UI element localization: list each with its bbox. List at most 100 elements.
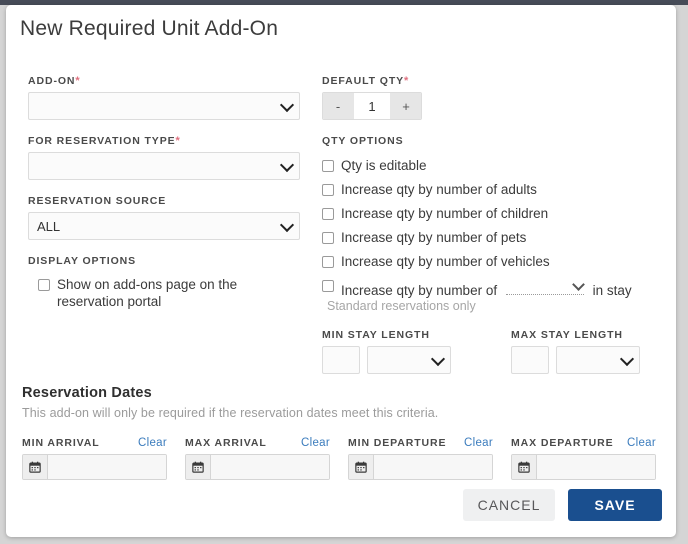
reservation-dates-section: Reservation Dates This add-on will only … xyxy=(22,385,667,480)
qty-decrement-button[interactable]: - xyxy=(323,93,353,119)
add-on-modal: New Required Unit Add-On ADD-ON* FOR RES… xyxy=(6,5,676,537)
max-stay-length-group: MAX STAY LENGTH xyxy=(511,329,640,374)
min-arrival-clear-link[interactable]: Clear xyxy=(138,437,167,449)
custom-unit-select[interactable] xyxy=(505,277,585,295)
min-departure-header: MIN DEPARTURE Clear xyxy=(348,437,493,449)
max-stay-length-label: MAX STAY LENGTH xyxy=(511,329,623,341)
min-arrival-date-input[interactable] xyxy=(48,455,166,479)
left-column: ADD-ON* FOR RESERVATION TYPE* RESERVATIO… xyxy=(28,75,300,317)
min-arrival-group: MIN ARRIVAL Clear xyxy=(22,437,167,480)
modal-body: New Required Unit Add-On ADD-ON* FOR RES… xyxy=(6,5,676,537)
min-arrival-label: MIN ARRIVAL xyxy=(22,437,100,449)
checkbox-icon[interactable] xyxy=(38,279,50,291)
chevron-down-icon xyxy=(430,351,446,367)
custom-row-content: Increase qty by number of in stay xyxy=(341,277,632,299)
qty-increment-button[interactable]: + xyxy=(391,93,421,119)
min-stay-number-input[interactable] xyxy=(322,346,360,374)
cancel-button[interactable]: CANCEL xyxy=(463,489,555,521)
min-stay-unit-select[interactable] xyxy=(367,346,451,374)
max-departure-label: MAX DEPARTURE xyxy=(511,437,614,449)
reservation-type-select[interactable] xyxy=(28,152,300,180)
default-qty-group: DEFAULT QTY* - 1 + xyxy=(322,75,662,120)
min-stay-length-group: MIN STAY LENGTH xyxy=(322,329,451,374)
checkbox-increase-by-vehicles[interactable]: Increase qty by number of vehicles xyxy=(322,253,662,270)
max-arrival-group: MAX ARRIVAL Clear xyxy=(185,437,330,480)
max-arrival-date-input[interactable] xyxy=(211,455,329,479)
checkbox-qty-editable[interactable]: Qty is editable xyxy=(322,157,662,174)
max-departure-date-input[interactable] xyxy=(537,455,655,479)
addon-select[interactable] xyxy=(28,92,300,120)
display-options-label: DISPLAY OPTIONS xyxy=(28,255,137,267)
reservation-type-label-text: FOR RESERVATION TYPE xyxy=(28,135,176,147)
chevron-down-icon xyxy=(279,217,295,233)
max-stay-number-input[interactable] xyxy=(511,346,549,374)
chevron-down-icon xyxy=(571,278,585,291)
checkbox-icon[interactable] xyxy=(322,184,334,196)
checkbox-icon[interactable] xyxy=(322,280,334,292)
max-departure-clear-link[interactable]: Clear xyxy=(627,437,656,449)
checkbox-increase-by-adults[interactable]: Increase qty by number of adults xyxy=(322,181,662,198)
checkbox-label: Increase qty by number of children xyxy=(341,206,549,221)
max-arrival-clear-link[interactable]: Clear xyxy=(301,437,330,449)
right-column: DEFAULT QTY* - 1 + QTY OPTIONS Qty is ed… xyxy=(322,75,662,374)
reservation-source-select[interactable]: ALL xyxy=(28,212,300,240)
max-arrival-label: MAX ARRIVAL xyxy=(185,437,267,449)
max-departure-header: MAX DEPARTURE Clear xyxy=(511,437,656,449)
reservation-source-label: RESERVATION SOURCE xyxy=(28,195,167,207)
max-arrival-header: MAX ARRIVAL Clear xyxy=(185,437,330,449)
custom-row-hint: Standard reservations only xyxy=(327,299,476,313)
checkbox-label: Qty is editable xyxy=(341,158,427,173)
min-departure-clear-link[interactable]: Clear xyxy=(464,437,493,449)
max-stay-unit-select[interactable] xyxy=(556,346,640,374)
checkbox-icon[interactable] xyxy=(322,160,334,172)
reservation-source-select-value: ALL xyxy=(37,219,61,234)
calendar-icon[interactable] xyxy=(512,455,537,479)
chevron-down-icon xyxy=(279,157,295,173)
min-stay-inputs xyxy=(322,346,451,374)
custom-row-suffix: in stay xyxy=(592,283,632,298)
qty-value-input[interactable]: 1 xyxy=(353,93,391,119)
min-arrival-input-wrap xyxy=(22,454,167,480)
checkbox-icon[interactable] xyxy=(322,208,334,220)
reservation-type-required-asterisk: * xyxy=(175,135,181,147)
min-stay-length-label: MIN STAY LENGTH xyxy=(322,329,430,341)
calendar-icon[interactable] xyxy=(23,455,48,479)
checkbox-show-on-addons-page[interactable]: Show on add-ons page on the reservation … xyxy=(28,276,300,310)
calendar-icon[interactable] xyxy=(186,455,211,479)
default-qty-required-asterisk: * xyxy=(404,75,410,87)
checkbox-label: Increase qty by number of vehicles xyxy=(341,254,550,269)
reservation-source-field-group: RESERVATION SOURCE ALL xyxy=(28,195,300,240)
checkbox-increase-by-children[interactable]: Increase qty by number of children xyxy=(322,205,662,222)
reservation-dates-fields: MIN ARRIVAL Clear MAX ARRIVAL Clear MIN … xyxy=(22,437,667,480)
addon-label-text: ADD-ON xyxy=(28,75,76,87)
page-title: New Required Unit Add-On xyxy=(20,17,279,40)
checkbox-increase-by-custom[interactable]: Increase qty by number of in stay xyxy=(322,277,662,299)
save-button[interactable]: SAVE xyxy=(568,489,662,521)
max-departure-input-wrap xyxy=(511,454,656,480)
default-qty-label: DEFAULT QTY* xyxy=(322,75,662,87)
max-arrival-input-wrap xyxy=(185,454,330,480)
addon-label: ADD-ON* xyxy=(28,75,300,87)
chevron-down-icon xyxy=(619,351,635,367)
modal-footer: CANCEL SAVE xyxy=(463,489,662,521)
calendar-icon[interactable] xyxy=(349,455,374,479)
checkbox-icon[interactable] xyxy=(322,256,334,268)
min-departure-date-input[interactable] xyxy=(374,455,492,479)
display-options-group: DISPLAY OPTIONS Show on add-ons page on … xyxy=(28,255,300,310)
custom-row-prefix: Increase qty by number of xyxy=(341,283,498,298)
checkbox-label: Increase qty by number of adults xyxy=(341,182,537,197)
default-qty-label-text: DEFAULT QTY xyxy=(322,75,405,87)
checkbox-icon[interactable] xyxy=(322,232,334,244)
max-stay-inputs xyxy=(511,346,640,374)
reservation-dates-description: This add-on will only be required if the… xyxy=(22,406,439,420)
reservation-type-field-group: FOR RESERVATION TYPE* xyxy=(28,135,300,180)
qty-options-label: QTY OPTIONS xyxy=(322,135,404,147)
checkbox-increase-by-pets[interactable]: Increase qty by number of pets xyxy=(322,229,662,246)
quantity-stepper: - 1 + xyxy=(322,92,422,120)
qty-options-group: QTY OPTIONS Qty is editable Increase qty… xyxy=(322,135,662,313)
reservation-dates-title: Reservation Dates xyxy=(22,385,152,401)
checkbox-label: Increase qty by number of pets xyxy=(341,230,527,245)
min-departure-input-wrap xyxy=(348,454,493,480)
checkbox-label: Show on add-ons page on the reservation … xyxy=(57,277,238,309)
min-departure-group: MIN DEPARTURE Clear xyxy=(348,437,493,480)
